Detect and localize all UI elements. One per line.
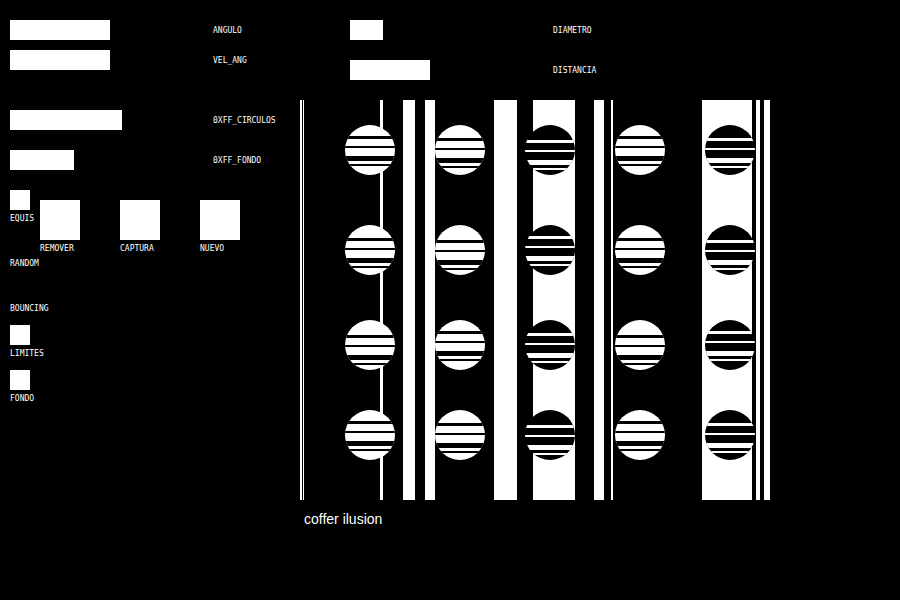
slider-label: DIAMETRO	[553, 26, 592, 36]
striped-circle	[435, 225, 485, 275]
slider[interactable]	[350, 60, 550, 80]
striped-circle	[705, 320, 755, 370]
toggle-label: EQUIS	[10, 214, 34, 224]
slider-fill	[10, 150, 74, 170]
vertical-stripe	[494, 100, 517, 500]
button-label: CAPTURA	[120, 244, 154, 254]
striped-circle	[345, 410, 395, 460]
slider-fill	[10, 110, 122, 130]
slider-fill	[10, 20, 110, 40]
toggle[interactable]	[10, 190, 30, 210]
vertical-stripe	[764, 100, 770, 500]
striped-circle	[525, 125, 575, 175]
striped-circle	[525, 320, 575, 370]
striped-circle	[435, 125, 485, 175]
slider[interactable]	[10, 150, 210, 170]
striped-circle	[705, 410, 755, 460]
striped-circle	[345, 225, 395, 275]
slider-label: DISTANCIA	[553, 66, 596, 76]
sketch-window: ANGULO VEL_ANG 0XFF_CIRCULOS 0XFF_FONDO …	[0, 0, 900, 600]
bang-button[interactable]	[200, 200, 240, 240]
toggle[interactable]	[10, 280, 30, 300]
toggle[interactable]	[10, 325, 30, 345]
vertical-stripe	[425, 100, 435, 500]
slider[interactable]	[350, 20, 550, 40]
striped-circle	[435, 320, 485, 370]
slider-label: 0XFF_FONDO	[213, 156, 261, 166]
slider[interactable]	[10, 50, 210, 70]
slider-label: 0XFF_CIRCULOS	[213, 116, 276, 126]
slider-label: ANGULO	[213, 26, 242, 36]
toggle-label: LIMITES	[10, 349, 44, 359]
vertical-stripe	[300, 100, 302, 500]
slider[interactable]	[10, 110, 210, 130]
striped-circle	[705, 225, 755, 275]
striped-circle	[615, 125, 665, 175]
toggle-label: FONDO	[10, 394, 34, 404]
toggle-label: BOUNCING	[10, 304, 49, 314]
toggle[interactable]	[10, 370, 30, 390]
striped-circle	[615, 225, 665, 275]
slider-fill	[10, 50, 110, 70]
vertical-stripe	[611, 100, 613, 500]
striped-circle	[525, 410, 575, 460]
striped-circle	[615, 410, 665, 460]
striped-circle	[705, 125, 755, 175]
striped-circle	[525, 225, 575, 275]
striped-circle	[435, 410, 485, 460]
slider[interactable]	[10, 20, 210, 40]
bang-button[interactable]	[40, 200, 80, 240]
slider-fill	[350, 20, 383, 40]
toggle-label: RANDOM	[10, 259, 39, 269]
vertical-stripe	[594, 100, 604, 500]
slider-label: VEL_ANG	[213, 56, 247, 66]
toggle[interactable]	[10, 235, 30, 255]
button-label: REMOVER	[40, 244, 74, 254]
striped-circle	[615, 320, 665, 370]
canvas-caption: coffer ilusion	[304, 510, 382, 528]
illusion-canvas	[300, 100, 770, 500]
vertical-stripe	[303, 100, 304, 500]
striped-circle	[345, 320, 395, 370]
striped-circle	[345, 125, 395, 175]
slider-fill	[350, 60, 430, 80]
vertical-stripe	[756, 100, 760, 500]
button-label: NUEVO	[200, 244, 224, 254]
vertical-stripe	[403, 100, 415, 500]
bang-button[interactable]	[120, 200, 160, 240]
